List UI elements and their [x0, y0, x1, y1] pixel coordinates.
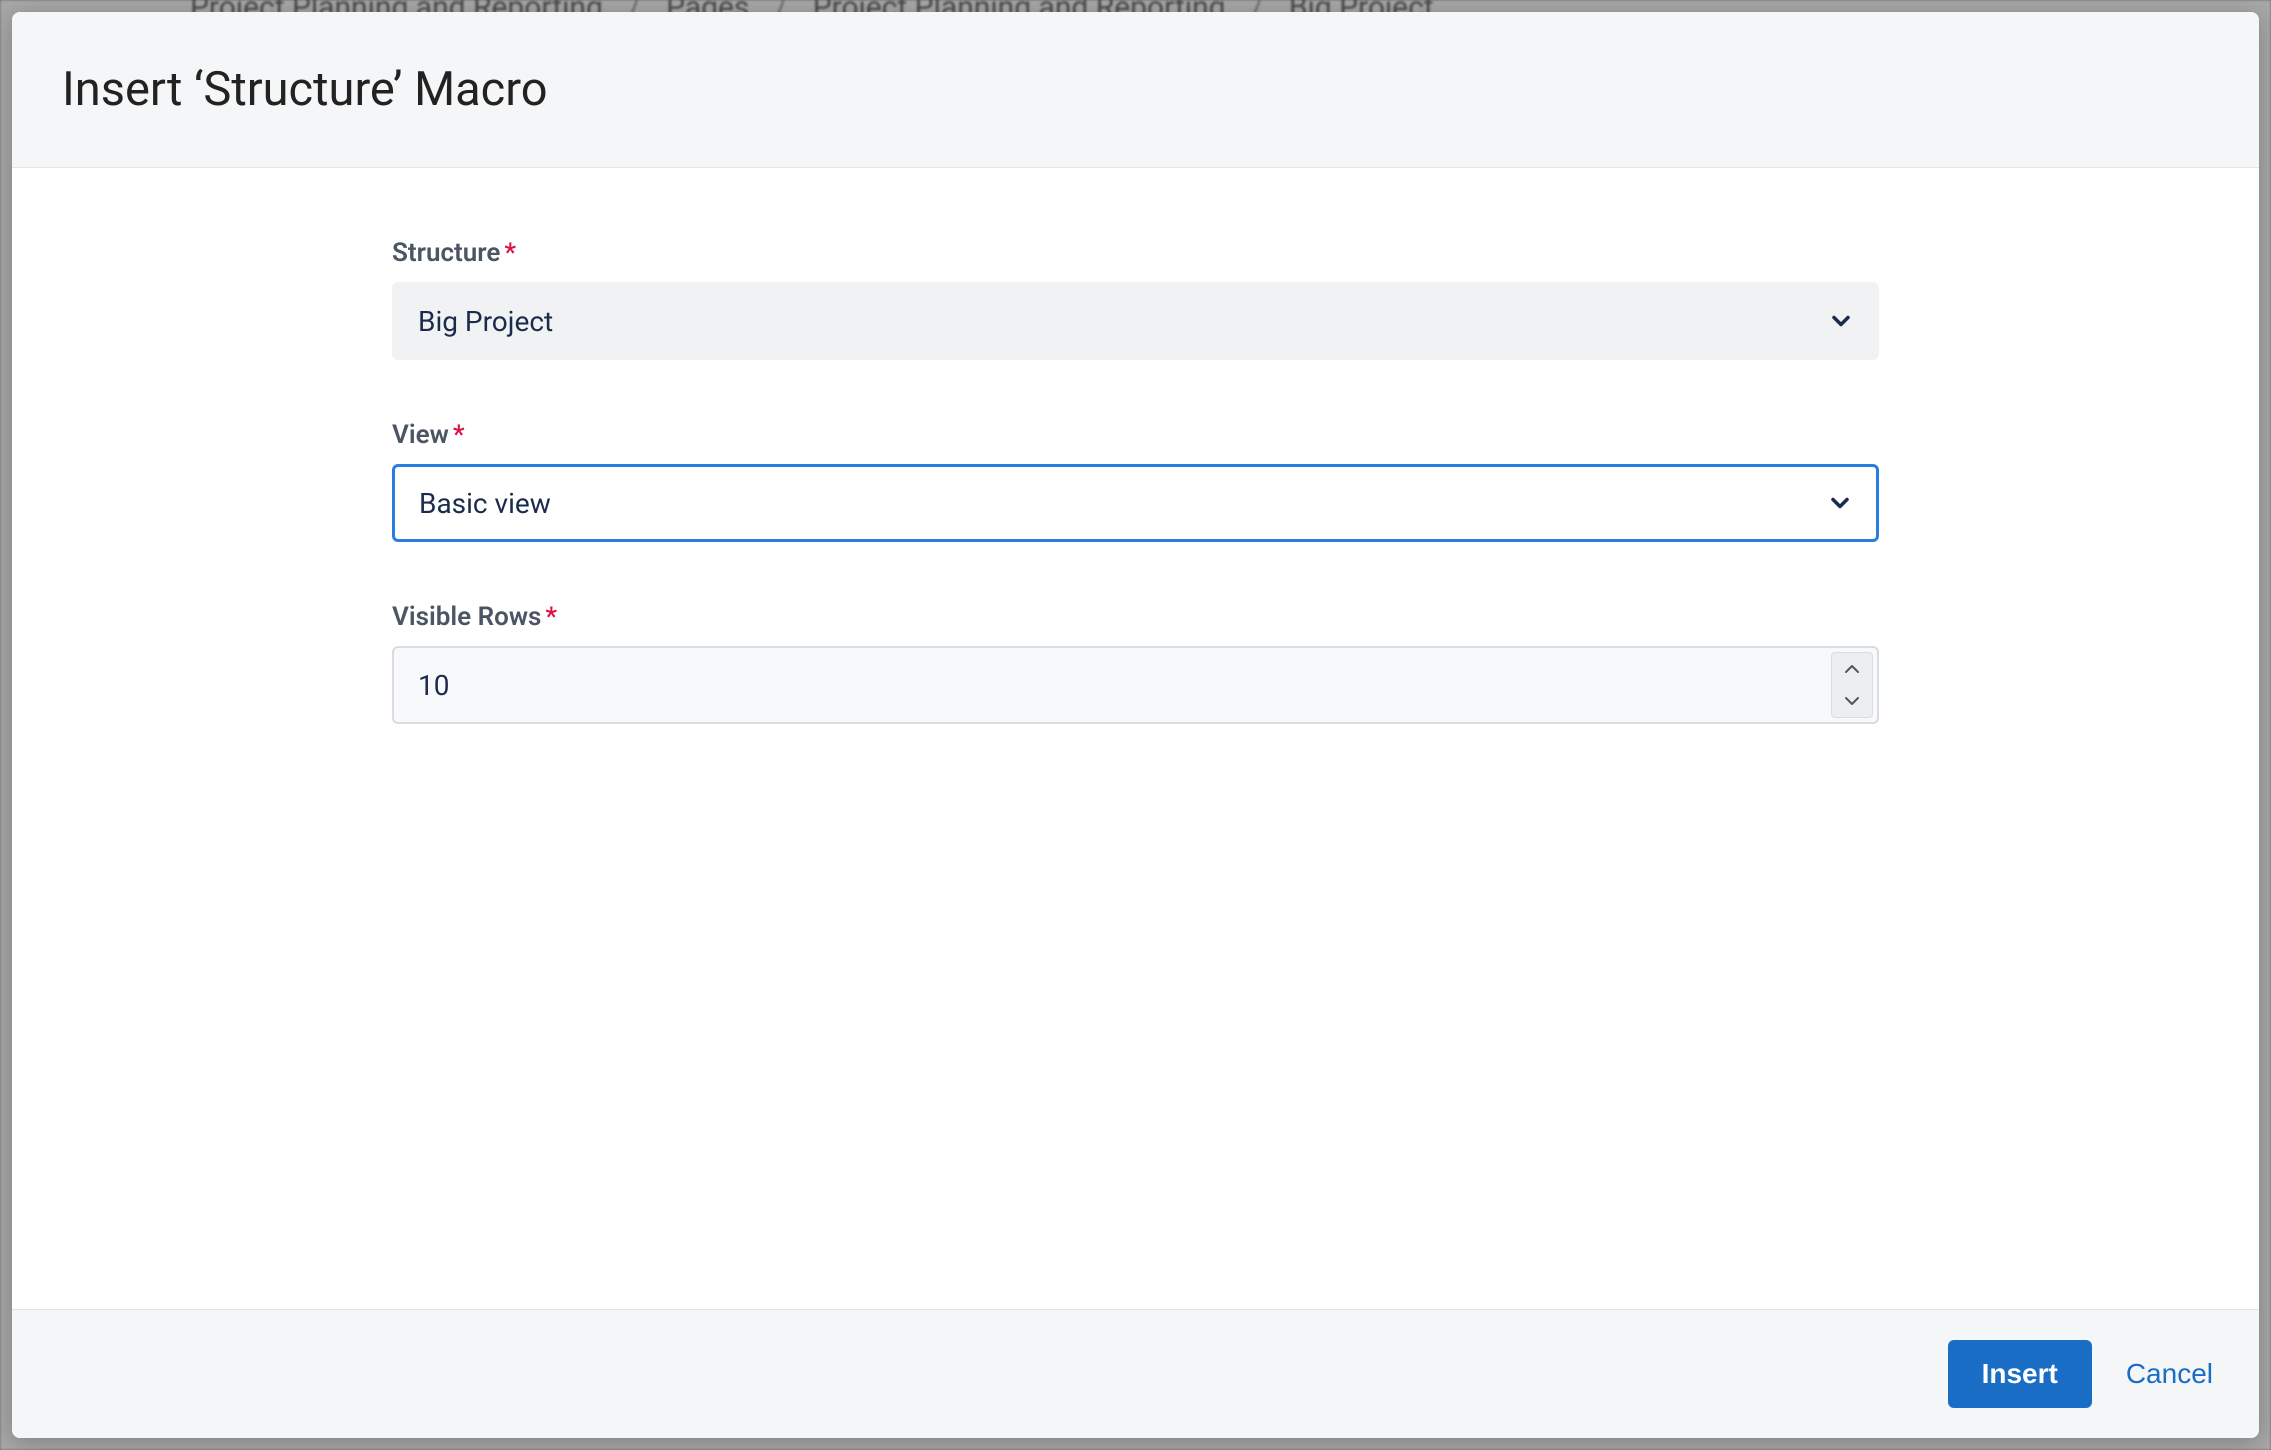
stepper-up-button[interactable] [1832, 653, 1872, 685]
visible-rows-input[interactable] [394, 648, 1877, 722]
visible-rows-label-text: Visible Rows [392, 602, 541, 632]
insert-button[interactable]: Insert [1948, 1340, 2092, 1408]
modal-title: Insert ‘Structure’ Macro [62, 62, 2209, 117]
insert-macro-modal: Insert ‘Structure’ Macro Structure* Big … [12, 12, 2259, 1438]
structure-label: Structure* [392, 238, 1879, 268]
structure-field-group: Structure* Big Project [392, 238, 1879, 360]
modal-body: Structure* Big Project View* Basic view [12, 168, 2259, 1309]
view-label: View* [392, 420, 1879, 450]
chevron-down-icon [1826, 489, 1854, 517]
modal-footer: Insert Cancel [12, 1309, 2259, 1438]
structure-select-value: Big Project [418, 305, 553, 338]
view-select-value: Basic view [419, 487, 551, 520]
required-indicator: * [545, 602, 557, 632]
required-indicator: * [453, 420, 465, 450]
structure-select[interactable]: Big Project [392, 282, 1879, 360]
cancel-button[interactable]: Cancel [2116, 1340, 2223, 1408]
structure-label-text: Structure [392, 238, 500, 268]
chevron-down-icon [1827, 307, 1855, 335]
visible-rows-field-group: Visible Rows* [392, 602, 1879, 724]
visible-rows-label: Visible Rows* [392, 602, 1879, 632]
view-select[interactable]: Basic view [392, 464, 1879, 542]
number-stepper [1831, 652, 1873, 718]
stepper-down-button[interactable] [1832, 685, 1872, 717]
view-label-text: View [392, 420, 449, 450]
visible-rows-input-wrap [392, 646, 1879, 724]
view-field-group: View* Basic view [392, 420, 1879, 542]
modal-header: Insert ‘Structure’ Macro [12, 12, 2259, 168]
required-indicator: * [504, 238, 516, 268]
